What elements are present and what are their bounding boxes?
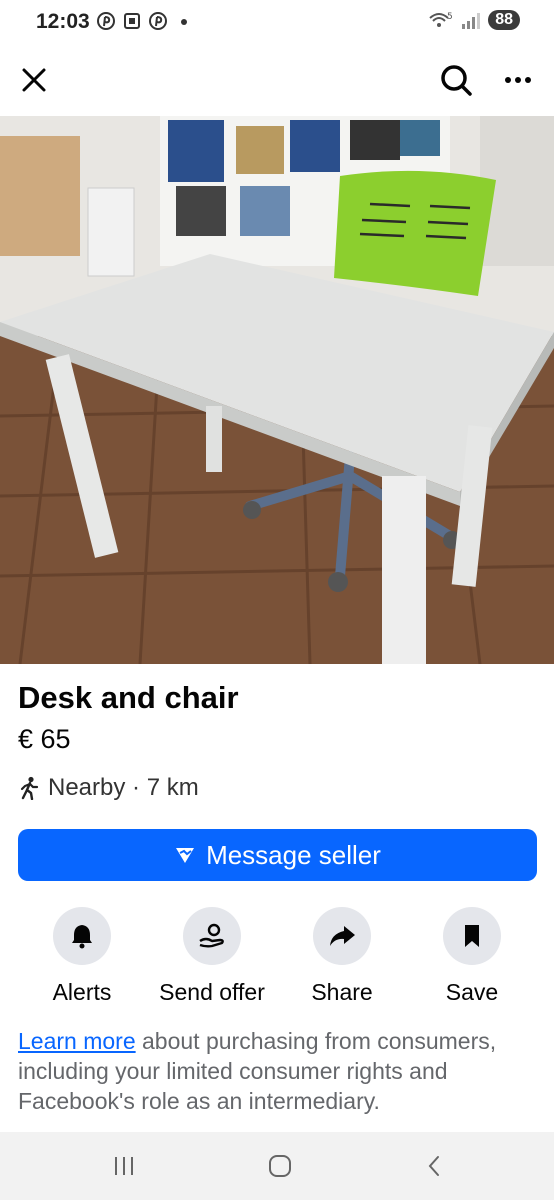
share-button[interactable]: Share	[272, 907, 412, 1006]
screenshot-icon	[124, 13, 140, 29]
desk-chair-photo	[0, 116, 554, 664]
signal-icon	[462, 13, 481, 29]
send-offer-button[interactable]: Send offer	[142, 907, 282, 1006]
alerts-circle	[53, 907, 111, 965]
system-nav-bar	[0, 1132, 554, 1200]
alerts-button[interactable]: Alerts	[12, 907, 152, 1006]
wifi-icon: 5	[429, 12, 453, 27]
learn-more-link[interactable]: Learn more	[18, 1028, 136, 1054]
alerts-label: Alerts	[52, 979, 112, 1005]
listing-price: € 65	[18, 724, 71, 754]
location-text: Nearby · 7 km	[48, 774, 199, 801]
message-seller-button[interactable]: Message seller	[18, 829, 537, 881]
message-seller-label: Message seller	[206, 839, 381, 870]
share-label: Share	[311, 979, 373, 1005]
search-icon	[441, 65, 472, 96]
listing-title: Desk and chair	[18, 680, 239, 715]
more-options-button[interactable]	[496, 58, 540, 102]
status-time: 12:03	[36, 10, 90, 33]
close-icon	[22, 68, 46, 92]
more-icon	[505, 77, 531, 83]
pinterest-icon	[149, 12, 167, 30]
action-row: Alerts Send offer Share Save	[0, 907, 554, 1017]
consumer-info-text: Learn more about purchasing from consume…	[18, 1026, 538, 1116]
back-icon	[428, 1156, 439, 1176]
save-button[interactable]: Save	[402, 907, 542, 1006]
send-offer-circle	[183, 907, 241, 965]
back-button[interactable]	[414, 1150, 454, 1182]
send-offer-label: Send offer	[159, 979, 265, 1005]
home-icon	[269, 1155, 291, 1177]
dot-icon	[181, 19, 187, 25]
close-button[interactable]	[12, 58, 56, 102]
system-icons: 5 88	[428, 10, 520, 30]
recent-apps-button[interactable]	[104, 1150, 144, 1182]
walking-icon	[20, 776, 39, 800]
home-button[interactable]	[260, 1150, 300, 1182]
recent-apps-icon	[115, 1157, 133, 1175]
save-circle	[443, 907, 501, 965]
search-button[interactable]	[434, 58, 478, 102]
notification-icons	[96, 11, 194, 31]
listing-photo[interactable]	[0, 116, 554, 664]
bookmark-icon	[465, 925, 479, 947]
share-icon	[330, 926, 355, 946]
status-bar: 12:03 5 88	[0, 0, 554, 44]
messenger-icon	[176, 848, 195, 863]
save-label: Save	[445, 979, 499, 1005]
battery-level: 88	[488, 10, 520, 30]
offer-icon	[199, 923, 224, 948]
pinterest-icon	[97, 12, 115, 30]
listing-location: Nearby · 7 km	[18, 774, 199, 802]
bell-icon	[72, 925, 92, 949]
wifi-label: 5	[447, 12, 453, 22]
share-circle	[313, 907, 371, 965]
top-bar	[0, 44, 554, 116]
